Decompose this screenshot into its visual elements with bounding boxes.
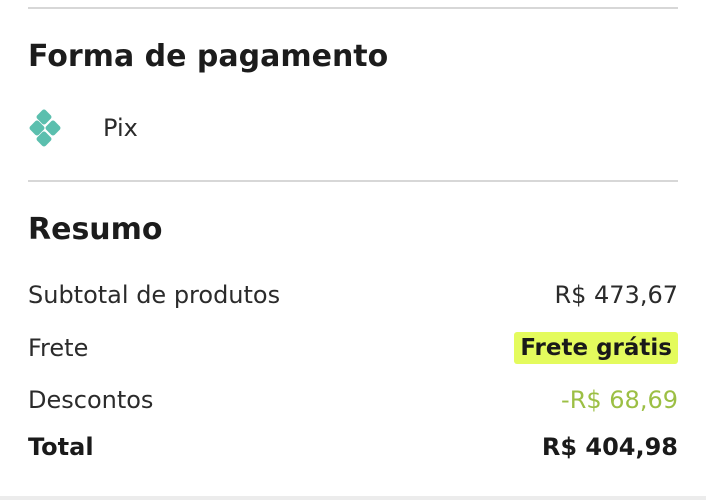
payment-method-pix: Pix <box>28 106 328 150</box>
discounts-value: -R$ 68,69 <box>561 386 678 414</box>
subtotal-label: Subtotal de produtos <box>28 281 281 309</box>
summary-row-discounts: Descontos -R$ 68,69 <box>28 380 678 420</box>
payment-section-title: Forma de pagamento <box>28 39 389 74</box>
summary-row-shipping: Frete Frete grátis <box>28 328 678 368</box>
summary-row-subtotal: Subtotal de produtos R$ 473,67 <box>28 275 678 315</box>
total-value: R$ 404,98 <box>541 433 678 461</box>
payment-method-label: Pix <box>103 114 138 142</box>
section-divider <box>28 180 678 182</box>
top-divider <box>28 7 678 9</box>
total-label: Total <box>28 433 94 461</box>
shipping-label: Frete <box>28 334 89 362</box>
free-shipping-badge: Frete grátis <box>514 332 678 364</box>
pix-icon <box>28 108 68 148</box>
summary-row-total: Total R$ 404,98 <box>28 427 678 467</box>
bottom-divider <box>0 496 706 500</box>
subtotal-value: R$ 473,67 <box>554 281 678 309</box>
discounts-label: Descontos <box>28 386 154 414</box>
summary-section-title: Resumo <box>28 212 163 247</box>
